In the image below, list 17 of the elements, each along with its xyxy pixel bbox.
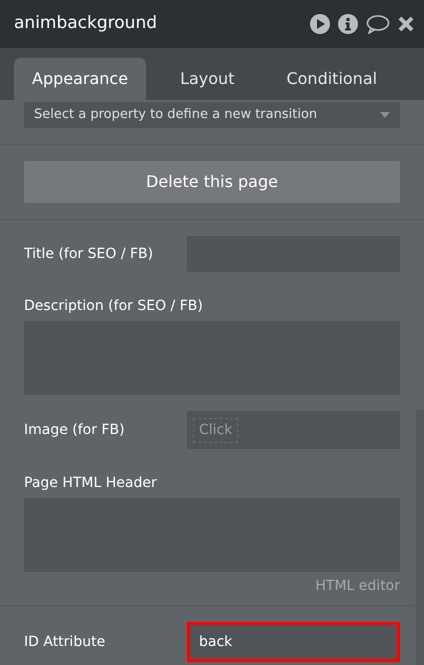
field-label: Title (for SEO / FB) — [24, 244, 154, 264]
close-icon[interactable] — [398, 16, 414, 32]
info-icon[interactable] — [338, 14, 358, 34]
field-label: Description (for SEO / FB) — [24, 297, 204, 316]
play-icon[interactable] — [310, 14, 330, 34]
delete-button[interactable]: Delete this page — [24, 161, 400, 203]
caret-icon — [380, 112, 390, 118]
property-dropdown[interactable]: Select a property to define a new transition — [24, 102, 400, 128]
window-title: animbackground — [14, 12, 158, 36]
tab[interactable]: Appearance — [14, 58, 146, 100]
tab[interactable]: Layout — [162, 58, 252, 100]
id-attribute-field[interactable]: back — [187, 622, 400, 662]
field-label: ID Attribute — [24, 632, 106, 652]
comment-icon[interactable] — [366, 14, 390, 34]
field-label: Image (for FB) — [24, 420, 126, 440]
tab[interactable]: Conditional — [268, 58, 396, 100]
field-label: Page HTML Header — [24, 474, 158, 493]
